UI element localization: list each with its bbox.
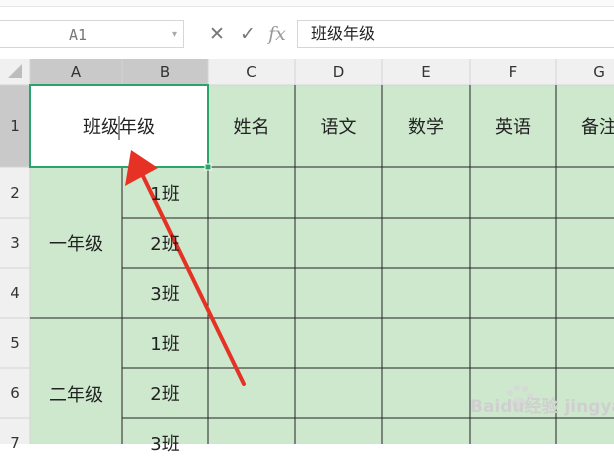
cell-class[interactable]: 1班 (122, 318, 208, 368)
cell-class[interactable]: 2班 (122, 368, 208, 418)
column-header-c[interactable]: C (208, 59, 295, 85)
watermark: Baidu经验 jingyan.baidu.com (470, 397, 614, 417)
cell-class[interactable]: 3班 (122, 418, 208, 468)
row-header-1[interactable]: 1 (0, 85, 30, 167)
cell-grade-2[interactable]: 二年级 (30, 318, 122, 469)
cell-class[interactable]: 3班 (122, 268, 208, 318)
cell-class[interactable]: 1班 (122, 167, 208, 218)
column-header-b[interactable]: B (122, 59, 208, 85)
cell-g1[interactable]: 备注 (556, 85, 614, 167)
cell-class[interactable]: 2班 (122, 218, 208, 268)
cell-e1[interactable]: 数学 (382, 85, 470, 167)
column-header-e[interactable]: E (382, 59, 470, 85)
cell-d1[interactable]: 语文 (295, 85, 382, 167)
column-header-a[interactable]: A (30, 59, 122, 85)
row-header-3[interactable]: 3 (0, 218, 30, 268)
cell-f1[interactable]: 英语 (470, 85, 556, 167)
column-header-d[interactable]: D (295, 59, 382, 85)
cell-c1[interactable]: 姓名 (208, 85, 295, 167)
row-header-2[interactable]: 2 (0, 167, 30, 218)
row-header-4[interactable]: 4 (0, 268, 30, 318)
row-header-6[interactable]: 6 (0, 368, 30, 418)
column-header-f[interactable]: F (470, 59, 556, 85)
row-header-7[interactable]: 7 (0, 418, 30, 468)
row-header-5[interactable]: 5 (0, 318, 30, 368)
column-header-g[interactable]: G (556, 59, 614, 85)
cell-a1[interactable]: 班级年级 (30, 85, 208, 167)
cell-grade-1[interactable]: 一年级 (30, 167, 122, 318)
